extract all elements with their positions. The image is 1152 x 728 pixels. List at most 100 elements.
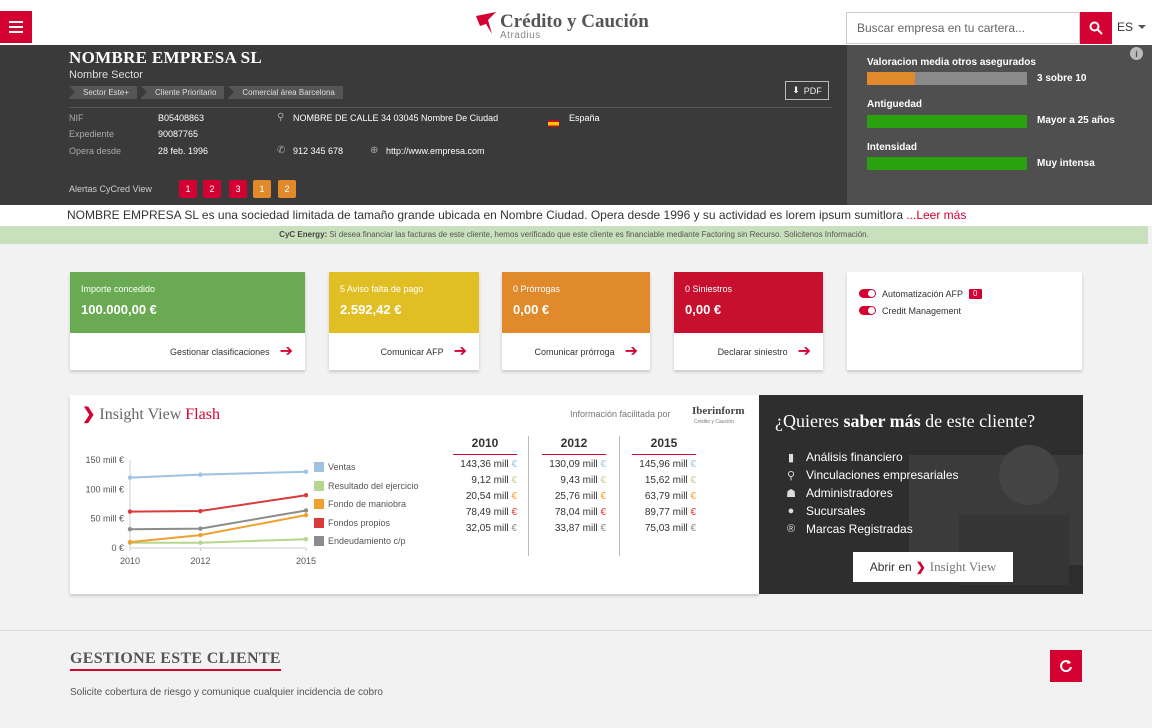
search-input[interactable] bbox=[846, 12, 1080, 44]
opera-value: 28 feb. 1996 bbox=[158, 146, 209, 156]
card-prorrogas: 0 Prórrogas 0,00 € Comunicar prórroga ➔ bbox=[502, 272, 650, 370]
company-name: NOMBRE EMPRESA SL bbox=[69, 48, 263, 67]
year-column-2010: 2010 143,36 mill €9,12 mill €20,54 mill … bbox=[453, 436, 517, 537]
data-point bbox=[303, 508, 309, 513]
divider bbox=[69, 107, 832, 108]
alert-badge[interactable]: 2 bbox=[203, 180, 221, 198]
tag[interactable]: Comercial área Barcelona bbox=[228, 86, 343, 99]
opera-label: Opera desde bbox=[69, 146, 122, 156]
alert-badge[interactable]: 1 bbox=[179, 180, 197, 198]
alert-badge[interactable]: 1 bbox=[253, 180, 271, 198]
data-point bbox=[303, 537, 309, 542]
alert-badge[interactable]: 3 bbox=[229, 180, 247, 198]
afp-count-badge: 0 bbox=[969, 288, 982, 299]
table-cell: 63,79 mill € bbox=[644, 491, 696, 502]
refresh-icon bbox=[1060, 660, 1072, 673]
hamburger-icon bbox=[9, 21, 23, 23]
company-sector: Nombre Sector bbox=[69, 69, 143, 81]
country-value: España bbox=[569, 113, 600, 123]
comunicar-afp-button[interactable]: Comunicar AFP ➔ bbox=[329, 333, 479, 370]
open-insight-view-button[interactable]: Abrir en ❯ Insight View bbox=[853, 552, 1013, 582]
list-item: ▮ Análisis financiero bbox=[784, 448, 959, 466]
phone-icon: ✆ bbox=[277, 145, 286, 156]
promo-title: ¿Quieres saber más de este cliente? bbox=[775, 411, 1036, 431]
legend-label: Endeudamiento c/p bbox=[328, 536, 406, 547]
manage-subtitle: Solicite cobertura de riesgo y comunique… bbox=[70, 687, 383, 698]
search-button[interactable] bbox=[1080, 12, 1112, 44]
refresh-button[interactable] bbox=[1050, 650, 1082, 682]
rating-bar bbox=[867, 115, 1027, 128]
table-cell: 89,77 mill € bbox=[644, 507, 696, 518]
data-point bbox=[303, 512, 309, 518]
table-cell: 78,49 mill € bbox=[465, 507, 517, 518]
list-item: ⚲ Vinculaciones empresariales bbox=[784, 466, 959, 484]
table-cell: 25,76 mill € bbox=[554, 491, 606, 502]
legend-item: Resultado del ejercicio bbox=[314, 477, 419, 496]
iberinform-sub: Crédito y Caución bbox=[694, 419, 734, 425]
table-cell: 75,03 mill € bbox=[644, 523, 696, 534]
list-item: ● Sucursales bbox=[784, 502, 959, 520]
data-point bbox=[198, 532, 203, 538]
declarar-siniestro-button[interactable]: Declarar siniestro ➔ bbox=[674, 333, 823, 370]
search-icon bbox=[1089, 21, 1103, 35]
website-link[interactable]: http://www.empresa.com bbox=[386, 146, 485, 156]
info-icon[interactable]: i bbox=[1130, 47, 1143, 60]
brand-sub: Atradius bbox=[500, 30, 541, 41]
legend-item: Fondo de maniobra bbox=[314, 495, 419, 514]
legend-label: Resultado del ejercicio bbox=[328, 480, 419, 491]
location-pin-icon: ● bbox=[787, 505, 795, 517]
table-cell: 145,96 mill € bbox=[639, 459, 696, 470]
table-cell: 32,05 mill € bbox=[465, 523, 517, 534]
data-point bbox=[198, 472, 203, 477]
x-tick-label: 2012 bbox=[190, 556, 210, 566]
brand-logo[interactable]: Crédito y Caución Atradius bbox=[476, 12, 649, 42]
legend-swatch bbox=[314, 462, 324, 473]
users-icon: ☗ bbox=[786, 487, 796, 500]
expediente-value: 90087765 bbox=[158, 129, 199, 139]
series-line bbox=[129, 494, 307, 513]
arrow-right-icon: ➔ bbox=[797, 342, 811, 360]
afp-toggle[interactable] bbox=[859, 289, 876, 298]
column-divider bbox=[528, 436, 529, 556]
read-more-link[interactable]: ...Leer más bbox=[906, 208, 966, 222]
list-item: ☗ Administradores bbox=[784, 484, 959, 502]
promo-list: ▮ Análisis financiero ⚲ Vinculaciones empr… bbox=[784, 448, 959, 538]
gestionar-clasificaciones-button[interactable]: Gestionar clasificaciones ➔ bbox=[70, 333, 305, 370]
pdf-button[interactable]: ⬇ PDF bbox=[785, 81, 829, 100]
financial-chart: 150 mill € 100 mill € 50 mill € 0 € 2010 2012… bbox=[85, 455, 316, 566]
credit-management-toggle[interactable] bbox=[859, 306, 876, 315]
y-tick-label: 0 € bbox=[111, 543, 124, 553]
x-tick-label: 2015 bbox=[296, 556, 316, 566]
address-value: NOMBRE DE CALLE 34 03045 Nombre De Ciuda… bbox=[293, 113, 499, 123]
y-tick-label: 50 mill € bbox=[90, 514, 124, 524]
location-pin-icon: ⚲ bbox=[277, 112, 285, 123]
legend-swatch bbox=[314, 517, 324, 528]
chevron-right-icon: ❯ bbox=[915, 560, 926, 574]
nif-value: B05408863 bbox=[158, 113, 205, 123]
rating-value: 3 sobre 10 bbox=[1037, 73, 1087, 84]
legend-swatch bbox=[314, 499, 324, 510]
chart-legend: Ventas Resultado del ejercicio Fondo de ma… bbox=[314, 458, 419, 551]
alerts-label: Alertas CyCred View bbox=[69, 184, 152, 194]
arrow-right-icon: ➔ bbox=[453, 342, 467, 360]
brand-name: Crédito y Caución bbox=[500, 11, 649, 32]
manage-title: GESTIONE ESTE CLIENTE bbox=[70, 650, 281, 671]
spain-flag-icon bbox=[548, 114, 559, 132]
insight-title: ❯ Insight View Flash bbox=[82, 406, 220, 423]
list-item: ® Marcas Registradas bbox=[784, 520, 959, 538]
alert-badge[interactable]: 2 bbox=[278, 180, 296, 198]
tag[interactable]: Cliente Prioritario bbox=[141, 86, 225, 99]
card-afp: 5 Aviso falta de pago 2.592,42 € Comunic… bbox=[329, 272, 479, 370]
tag[interactable]: Sector Este+ bbox=[69, 86, 138, 99]
comunicar-prorroga-button[interactable]: Comunicar prórroga ➔ bbox=[502, 333, 650, 370]
series-line bbox=[129, 470, 307, 479]
rating-value: Muy intensa bbox=[1037, 158, 1095, 169]
language-select[interactable]: ES bbox=[1117, 20, 1147, 34]
rating-bar bbox=[867, 72, 1027, 85]
nif-label: NIF bbox=[69, 113, 84, 123]
tag-list: Sector Este+ Cliente Prioritario Comerci… bbox=[69, 86, 343, 99]
y-tick-label: 100 mill € bbox=[85, 484, 124, 494]
rating-label: Intensidad bbox=[867, 142, 918, 153]
automation-card: Automatización AFP 0 Credit Management bbox=[847, 272, 1082, 370]
menu-button[interactable] bbox=[0, 11, 32, 43]
